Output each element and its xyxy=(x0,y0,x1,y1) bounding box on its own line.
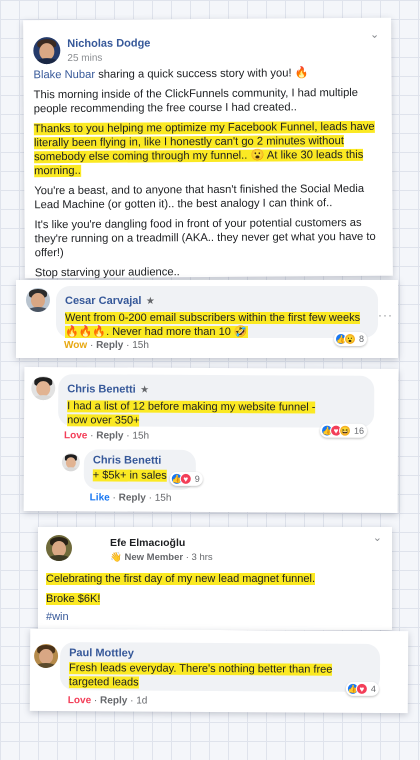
comment-author[interactable]: Paul Mottley xyxy=(69,647,371,661)
separator: · xyxy=(112,492,116,504)
reaction-count: 9 xyxy=(194,473,200,484)
separator: · xyxy=(148,492,153,504)
post-body: Celebrating the first day of my new lead… xyxy=(46,572,316,624)
comment-author-row: Chris Benetti ★ xyxy=(67,379,365,399)
comment-text: Went from 0-200 email subscribers within… xyxy=(65,312,361,338)
comment-author[interactable]: Chris Benetti xyxy=(67,383,136,395)
comment-author-row: Cesar Carvajal ★ xyxy=(65,291,369,309)
post-body: Blake Nubar sharing a quick success stor… xyxy=(33,66,380,280)
member-meta: 👋 New Member · 3 hrs xyxy=(110,552,213,563)
post-paragraph: Stop starving your audience.. xyxy=(34,266,180,280)
reaction-count: 16 xyxy=(354,425,365,436)
reaction-summary[interactable]: 👍 ♥ 4 xyxy=(345,681,379,696)
reply-link[interactable]: Reply xyxy=(96,430,123,441)
love-icon: ♥ xyxy=(355,682,368,695)
comment-actions: Love · Reply · 1d xyxy=(68,695,148,706)
post-paragraph: You're a beast, and to anyone that hasn'… xyxy=(34,182,365,212)
post-line: Broke $6K! xyxy=(46,593,101,605)
reaction-summary[interactable]: 👍 ♥ 😆 16 xyxy=(320,423,368,438)
avatar[interactable] xyxy=(46,535,72,561)
reaction-count: 4 xyxy=(370,683,376,694)
comment-time[interactable]: 15h xyxy=(132,431,149,442)
star-icon: ★ xyxy=(145,296,155,307)
chevron-down-icon[interactable]: ⌄ xyxy=(373,531,382,544)
separator: · xyxy=(126,430,130,442)
post-author[interactable]: Efe Elmacıoğlu xyxy=(110,537,185,549)
love-reaction-link[interactable]: Love xyxy=(68,695,91,706)
post-intro: Blake Nubar sharing a quick success stor… xyxy=(33,66,379,82)
chevron-down-icon[interactable]: ⌄ xyxy=(370,28,379,41)
comment-bubble: Paul Mottley Fresh leads everyday. There… xyxy=(59,642,381,692)
avatar[interactable] xyxy=(31,376,56,401)
star-icon: ★ xyxy=(140,384,150,396)
comment-card: Paul Mottley Fresh leads everyday. There… xyxy=(29,628,409,714)
comment-author[interactable]: Cesar Carvajal xyxy=(65,295,141,307)
more-options-icon[interactable]: ··· xyxy=(378,308,393,322)
comment-time[interactable]: 1d xyxy=(136,695,147,706)
avatar[interactable] xyxy=(34,643,59,669)
comment-bubble: Cesar Carvajal ★ Went from 0-200 email s… xyxy=(56,286,378,338)
post-intro-text: sharing a quick success story with you! … xyxy=(98,67,309,81)
avatar[interactable] xyxy=(33,37,61,65)
post-time[interactable]: 25 mins xyxy=(67,53,102,64)
comment-time[interactable]: 15h xyxy=(132,340,149,351)
wow-icon: 😮 xyxy=(344,333,356,345)
wave-icon: 👋 xyxy=(110,552,122,563)
group-post-card: Efe Elmacıoğlu 👋 New Member · 3 hrs ⌄ Ce… xyxy=(38,527,392,630)
separator: · xyxy=(126,340,130,351)
separator: · xyxy=(130,695,134,707)
reaction-summary[interactable]: 👍 😮 8 xyxy=(334,332,368,346)
separator: · xyxy=(89,340,94,351)
reply-link[interactable]: Reply xyxy=(96,340,123,351)
comment-bubble: Chris Benetti ★ I had a list of 12 befor… xyxy=(58,374,375,428)
new-member-badge: New Member xyxy=(124,552,184,563)
avatar[interactable] xyxy=(61,453,80,472)
wow-reaction-link[interactable]: Wow xyxy=(64,340,87,351)
hashtag-link[interactable]: #win xyxy=(46,610,315,624)
post-author[interactable]: Nicholas Dodge xyxy=(67,37,150,50)
comment-text: I had a list of 12 before making my webs… xyxy=(67,400,316,427)
reply-actions: Like · Reply · 15h xyxy=(90,492,172,503)
post-line: Celebrating the first day of my new lead… xyxy=(46,573,316,585)
mention-link[interactable]: Blake Nubar xyxy=(33,69,95,81)
post-paragraph-highlighted: Thanks to you helping me optimize my Fac… xyxy=(33,120,375,178)
like-reaction-link[interactable]: Like xyxy=(90,492,110,503)
comment-actions: Wow · Reply · 15h xyxy=(64,340,149,351)
reply-link[interactable]: Reply xyxy=(100,695,127,706)
post-paragraph: It's like you're dangling food in front … xyxy=(34,216,376,260)
reply-link[interactable]: Reply xyxy=(119,493,146,504)
reaction-summary[interactable]: 👍 ♥ 9 xyxy=(169,471,203,486)
comment-card: Cesar Carvajal ★ Went from 0-200 email s… xyxy=(16,280,398,358)
separator: · xyxy=(185,552,189,563)
post-paragraph: This morning inside of the ClickFunnels … xyxy=(33,86,359,116)
love-reaction-link[interactable]: Love xyxy=(64,430,87,441)
comment-text: Fresh leads everyday. There's nothing be… xyxy=(68,662,333,689)
reaction-count: 8 xyxy=(359,334,365,344)
post-card: Nicholas Dodge 25 mins ⌄ Blake Nubar sha… xyxy=(23,17,393,280)
laugh-icon: 😆 xyxy=(339,424,352,437)
avatar[interactable] xyxy=(26,288,50,312)
separator: · xyxy=(93,695,98,707)
comment-time[interactable]: 15h xyxy=(155,493,172,504)
comment-actions: Love · Reply · 15h xyxy=(64,430,149,441)
reply-author[interactable]: Chris Benetti xyxy=(93,454,187,466)
comment-thread-card: Chris Benetti ★ I had a list of 12 befor… xyxy=(23,367,399,513)
separator: · xyxy=(90,430,94,442)
love-icon: ♥ xyxy=(179,472,192,485)
post-time[interactable]: 3 hrs xyxy=(192,552,213,563)
